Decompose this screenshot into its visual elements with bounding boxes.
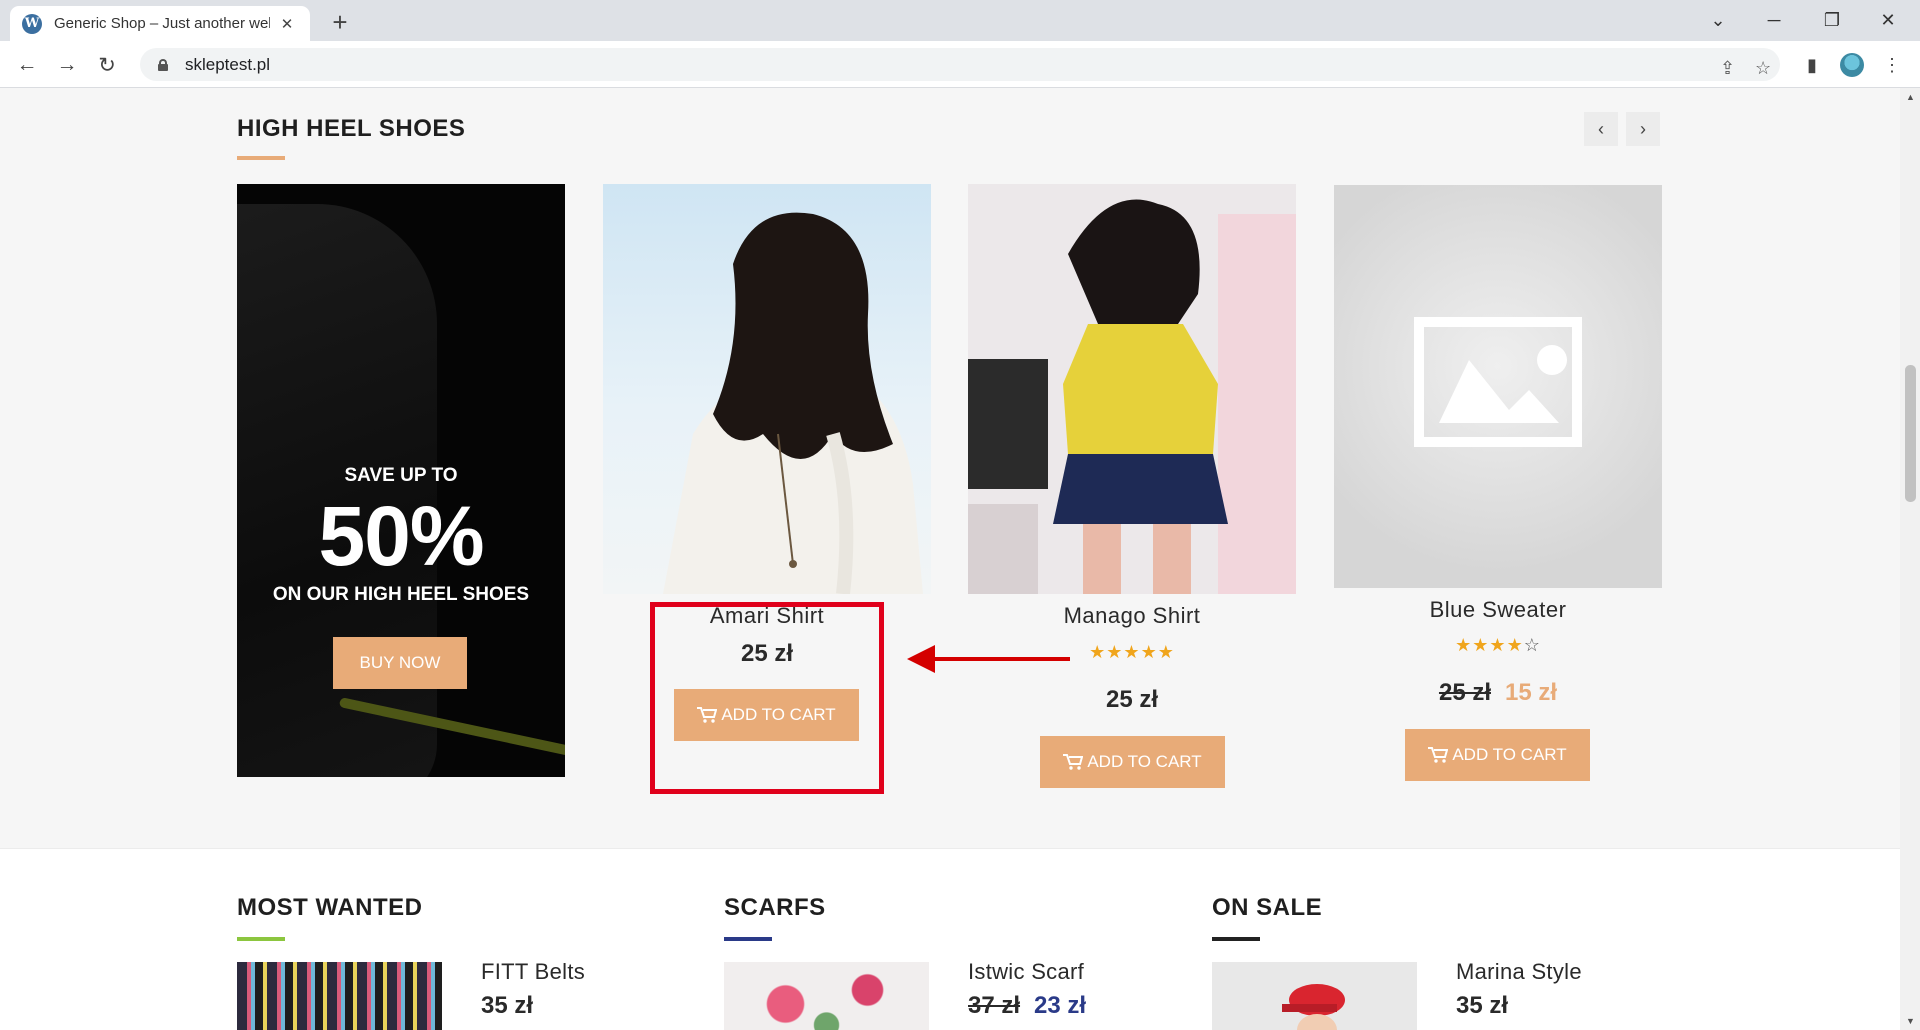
share-icon[interactable]: ⇪: [1720, 58, 1735, 79]
annotation-arrow-head: [907, 645, 935, 673]
annotation-arrow: [930, 657, 1070, 661]
star-icon: ★: [1506, 635, 1524, 655]
widget-title: MOST WANTED: [237, 894, 423, 921]
widget-item-price: 35 zł: [1456, 992, 1509, 1019]
lock-icon: [158, 58, 168, 71]
sale-price: 23 zł: [1034, 992, 1087, 1019]
promo-percent: 50%: [318, 489, 484, 583]
browser-tab-bar: W Generic Shop – Just another web ✕ + ⌄ …: [0, 0, 1920, 41]
slider-prev-button[interactable]: ‹: [1584, 112, 1618, 146]
forward-icon[interactable]: →: [52, 50, 82, 80]
restore-button[interactable]: ❐: [1810, 4, 1854, 36]
new-tab-button[interactable]: +: [326, 7, 354, 37]
page-scrollbar[interactable]: ▲ ▼: [1900, 88, 1920, 1030]
rating-stars: ★★★★☆: [1334, 635, 1662, 656]
wordpress-icon: W: [22, 13, 42, 34]
star-icon: ★: [1157, 642, 1175, 662]
back-icon[interactable]: ←: [12, 50, 42, 80]
product-image[interactable]: [603, 184, 931, 594]
url-text: skleptest.pl: [185, 54, 271, 74]
add-to-cart-label: ADD TO CART: [1452, 745, 1567, 764]
widget-item-name[interactable]: FITT Belts: [481, 959, 585, 985]
sale-price: 15 zł: [1505, 679, 1558, 706]
belts-thumbnail[interactable]: [237, 962, 442, 1030]
star-icon: ★: [1489, 635, 1507, 655]
tab-title: Generic Shop – Just another web: [54, 15, 270, 32]
widget-underline: [1212, 937, 1260, 941]
old-price: 25 zł: [1438, 679, 1491, 706]
browser-tab[interactable]: W Generic Shop – Just another web ✕: [10, 6, 310, 41]
widget-item-price: 37 zł 23 zł: [968, 992, 1086, 1020]
reload-icon[interactable]: ↻: [92, 50, 122, 80]
red-cap-thumbnail[interactable]: [1212, 962, 1417, 1030]
scarf-thumbnail[interactable]: [724, 962, 929, 1030]
star-icon: ★: [1106, 642, 1124, 662]
woman-white-shirt-photo: [663, 212, 923, 594]
promo-subtitle: ON OUR HIGH HEEL SHOES: [272, 584, 530, 605]
star-icon: ★: [1140, 642, 1158, 662]
scroll-up-arrow-icon[interactable]: ▲: [1905, 91, 1916, 103]
star-icon: ★: [1089, 642, 1107, 662]
avatar: [1840, 53, 1864, 77]
section-title: HIGH HEEL SHOES: [237, 115, 466, 142]
promo-banner: SAVE UP TO 50% ON OUR HIGH HEEL SHOES BU…: [237, 184, 565, 777]
widgets-area: MOST WANTED FITT Belts 35 zł SCARFS Istw…: [0, 848, 1900, 1030]
star-icon: ★: [1455, 635, 1473, 655]
cart-icon: [1428, 747, 1449, 763]
star-empty-icon: ☆: [1523, 635, 1541, 655]
star-icon: ★: [1123, 642, 1141, 662]
tab-search-icon[interactable]: ⌄: [1696, 4, 1740, 36]
side-panel-icon[interactable]: ▮: [1797, 50, 1827, 80]
highlight-annotation-box: [650, 602, 884, 794]
bookmark-star-icon[interactable]: ☆: [1755, 58, 1771, 79]
product-image[interactable]: [1334, 185, 1662, 588]
image-placeholder-icon: [1414, 317, 1582, 447]
section-underline: [237, 156, 285, 160]
widget-title: SCARFS: [724, 894, 826, 921]
scroll-thumb[interactable]: [1905, 365, 1916, 502]
buy-now-button[interactable]: BUY NOW: [333, 637, 467, 689]
add-to-cart-button[interactable]: ADD TO CART: [1405, 729, 1590, 781]
add-to-cart-label: ADD TO CART: [1087, 752, 1202, 771]
widget-item-name[interactable]: Istwic Scarf: [968, 959, 1084, 985]
widget-item-price: 35 zł: [481, 992, 534, 1019]
widget-underline: [237, 937, 285, 941]
scroll-down-arrow-icon[interactable]: ▼: [1905, 1015, 1916, 1027]
widget-item-name[interactable]: Marina Style: [1456, 959, 1582, 985]
profile-avatar[interactable]: [1837, 50, 1867, 80]
menu-icon[interactable]: ⋮: [1877, 50, 1907, 80]
close-window-button[interactable]: ✕: [1866, 4, 1910, 36]
promo-save-text: SAVE UP TO: [344, 465, 458, 486]
close-icon[interactable]: ✕: [276, 13, 298, 35]
minimize-button[interactable]: ─: [1752, 4, 1796, 36]
product-price: 25 zł 15 zł: [1334, 679, 1662, 707]
star-icon: ★: [1472, 635, 1490, 655]
product-name[interactable]: Manago Shirt: [968, 603, 1296, 629]
url-field[interactable]: skleptest.pl ⇪ ☆: [140, 48, 1780, 81]
widget-underline: [724, 937, 772, 941]
slider-next-button[interactable]: ›: [1626, 112, 1660, 146]
product-name[interactable]: Blue Sweater: [1334, 597, 1662, 623]
product-image[interactable]: [968, 184, 1296, 594]
add-to-cart-button[interactable]: ADD TO CART: [1040, 736, 1225, 788]
cart-icon: [1063, 754, 1084, 770]
widget-title: ON SALE: [1212, 894, 1323, 921]
woman-red-cap-photo: [1282, 984, 1345, 1030]
old-price: 37 zł: [968, 992, 1021, 1019]
page-content: HIGH HEEL SHOES ‹ › SAVE UP TO 50% ON OU…: [0, 88, 1900, 1030]
product-price: 25 zł: [1105, 686, 1159, 713]
address-bar: ← → ↻ skleptest.pl ⇪ ☆ ▮ ⋮: [0, 41, 1920, 88]
woman-yellow-top-photo: [968, 184, 1296, 594]
